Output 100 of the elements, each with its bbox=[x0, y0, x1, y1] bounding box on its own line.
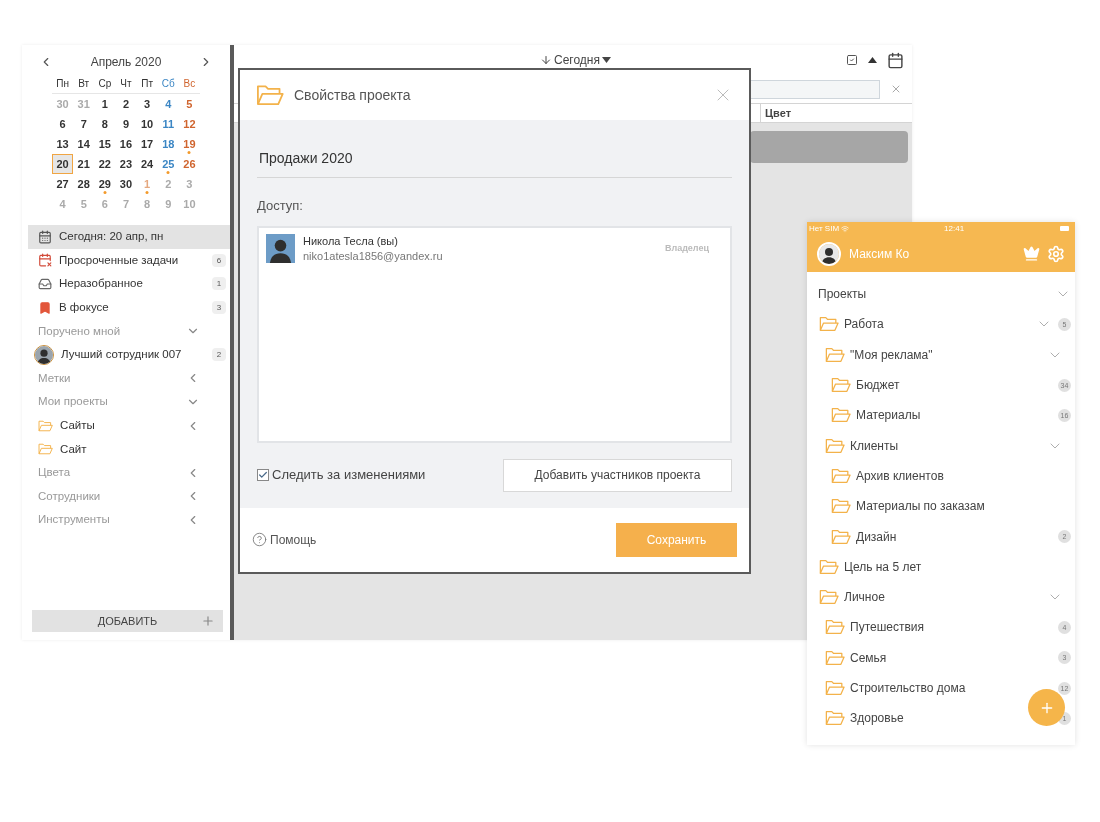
folder-icon bbox=[38, 419, 53, 432]
calendar-day[interactable]: 26 bbox=[178, 154, 200, 174]
project-item[interactable]: Материалы по заказам bbox=[807, 491, 1075, 522]
task-count: 3 bbox=[212, 301, 226, 315]
watch-checkbox[interactable]: Следить за изменениями bbox=[257, 465, 426, 485]
calendar-day[interactable]: 14 bbox=[73, 134, 95, 154]
calendar-day[interactable]: 25 bbox=[157, 154, 179, 174]
folder-icon bbox=[825, 619, 845, 636]
calendar-day[interactable]: 1 bbox=[94, 94, 116, 114]
weekday-label: Вт bbox=[77, 77, 91, 91]
calendar-icon[interactable] bbox=[887, 51, 904, 69]
sidebar-item[interactable]: Просроченные задачи 6 bbox=[28, 248, 230, 273]
sidebar-item[interactable]: Сайты bbox=[28, 413, 230, 438]
project-item[interactable]: Клиенты bbox=[807, 430, 1075, 461]
calendar-day[interactable]: 27 bbox=[52, 174, 74, 194]
task-count: 6 bbox=[212, 253, 226, 267]
calendar-day[interactable]: 16 bbox=[115, 134, 137, 154]
project-name: Дизайн bbox=[856, 528, 897, 546]
dialog-title: Свойства проекта bbox=[294, 85, 411, 105]
carrier-label: Нет SIM bbox=[809, 222, 840, 235]
project-name: Путешествия bbox=[850, 619, 925, 637]
calendar-day[interactable]: 28 bbox=[73, 174, 95, 194]
calendar-day[interactable]: 3 bbox=[136, 94, 158, 114]
calendar-day[interactable]: 18 bbox=[157, 134, 179, 154]
folder-icon bbox=[825, 710, 845, 727]
project-name: Клиенты bbox=[850, 437, 899, 455]
calendar-day[interactable]: 24 bbox=[136, 154, 158, 174]
task-count: 1 bbox=[212, 277, 226, 291]
add-button[interactable]: ДОБАВИТЬ bbox=[32, 610, 223, 632]
calendar-day[interactable]: 7 bbox=[73, 114, 95, 134]
weekday-label: Пн bbox=[55, 77, 70, 91]
calendar-day[interactable]: 21 bbox=[73, 154, 95, 174]
calendar-day[interactable]: 10 bbox=[136, 114, 158, 134]
project-name: Архив клиентов bbox=[856, 467, 944, 485]
crown-icon[interactable] bbox=[1023, 245, 1040, 262]
calendar-day[interactable]: 17 bbox=[136, 134, 158, 154]
settings-icon[interactable] bbox=[1047, 244, 1065, 263]
calendar-day[interactable]: 22 bbox=[94, 154, 116, 174]
calendar-day[interactable]: 19 bbox=[178, 134, 200, 154]
calendar-day[interactable]: 5 bbox=[178, 94, 200, 114]
folder-icon bbox=[831, 528, 851, 545]
member-name: Никола Тесла (вы) bbox=[303, 233, 399, 249]
calendar-day[interactable]: 12 bbox=[178, 114, 200, 134]
search-field[interactable] bbox=[750, 79, 880, 99]
plus-icon bbox=[201, 614, 215, 628]
triangle-up-icon[interactable] bbox=[868, 57, 877, 63]
checkbox-icon[interactable] bbox=[846, 54, 858, 66]
calendar-day[interactable]: 23 bbox=[115, 154, 137, 174]
status-time: 12:41 bbox=[944, 222, 965, 235]
task-count: 2 bbox=[212, 348, 226, 362]
wifi-icon bbox=[841, 224, 850, 233]
project-name: Материалы bbox=[856, 407, 921, 425]
folder-icon bbox=[831, 377, 851, 394]
calendar-day[interactable]: 11 bbox=[157, 114, 179, 134]
inbox-icon bbox=[38, 277, 52, 291]
calendar-icon bbox=[38, 229, 52, 244]
folder-icon bbox=[831, 467, 851, 484]
project-item[interactable]: Цель на 5 лет bbox=[807, 551, 1075, 582]
folder-icon bbox=[256, 83, 284, 107]
calendar-day[interactable]: 9 bbox=[115, 114, 137, 134]
project-item[interactable]: Личное bbox=[807, 581, 1075, 613]
column-header[interactable]: Цвет bbox=[765, 104, 791, 122]
arrow-down-icon bbox=[540, 54, 552, 66]
project-name: Материалы по заказам bbox=[856, 498, 985, 516]
add-members-button[interactable]: Добавить участников проекта bbox=[503, 458, 732, 492]
project-name-field[interactable]: Продажи 2020 bbox=[257, 148, 732, 178]
folder-icon bbox=[819, 558, 839, 575]
projects-header[interactable]: Проекты bbox=[807, 279, 1075, 310]
calendar-day[interactable]: 4 bbox=[157, 94, 179, 114]
sidebar-item[interactable]: Сайт bbox=[28, 437, 230, 461]
calendar-day[interactable]: 6 bbox=[52, 114, 74, 134]
calendar-day[interactable]: 30 bbox=[115, 174, 137, 194]
project-item[interactable]: Архив клиентов bbox=[807, 460, 1075, 492]
help-link[interactable]: Помощь bbox=[252, 530, 317, 549]
calendar-cross-icon bbox=[38, 253, 52, 268]
project-name: Цель на 5 лет bbox=[844, 558, 922, 576]
calendar-day[interactable]: 29 bbox=[94, 174, 116, 194]
folder-icon bbox=[819, 316, 839, 333]
calendar-day[interactable]: 8 bbox=[94, 114, 116, 134]
folder-icon bbox=[38, 443, 53, 456]
weekday-label: Вс bbox=[182, 77, 197, 91]
sidebar-item[interactable]: Сегодня: 20 апр, пн bbox=[28, 225, 230, 249]
calendar-day[interactable]: 13 bbox=[52, 134, 74, 154]
folder-icon bbox=[825, 346, 845, 363]
sort-button[interactable]: Сегодня bbox=[540, 51, 611, 69]
calendar-day[interactable]: 20 bbox=[52, 154, 74, 174]
project-name: Строительство дома bbox=[850, 680, 966, 697]
sidebar-item[interactable]: Неразобранное 1 bbox=[28, 272, 230, 296]
sidebar-item[interactable]: Лучший сотрудник 007 2 bbox=[28, 342, 230, 367]
member-email: niko1atesla1856@yandex.ru bbox=[303, 248, 443, 264]
help-icon bbox=[252, 532, 267, 547]
add-fab[interactable] bbox=[1028, 689, 1065, 726]
close-icon[interactable] bbox=[890, 83, 902, 95]
project-item[interactable]: "Моя реклама" bbox=[807, 339, 1075, 370]
access-label: Доступ: bbox=[257, 197, 304, 215]
calendar-day[interactable]: 15 bbox=[94, 134, 116, 154]
caret-icon bbox=[602, 57, 611, 63]
calendar-day[interactable]: 2 bbox=[115, 94, 137, 114]
member-role: Владелец bbox=[664, 241, 709, 255]
sidebar-item[interactable]: В фокусе 3 bbox=[28, 295, 230, 320]
